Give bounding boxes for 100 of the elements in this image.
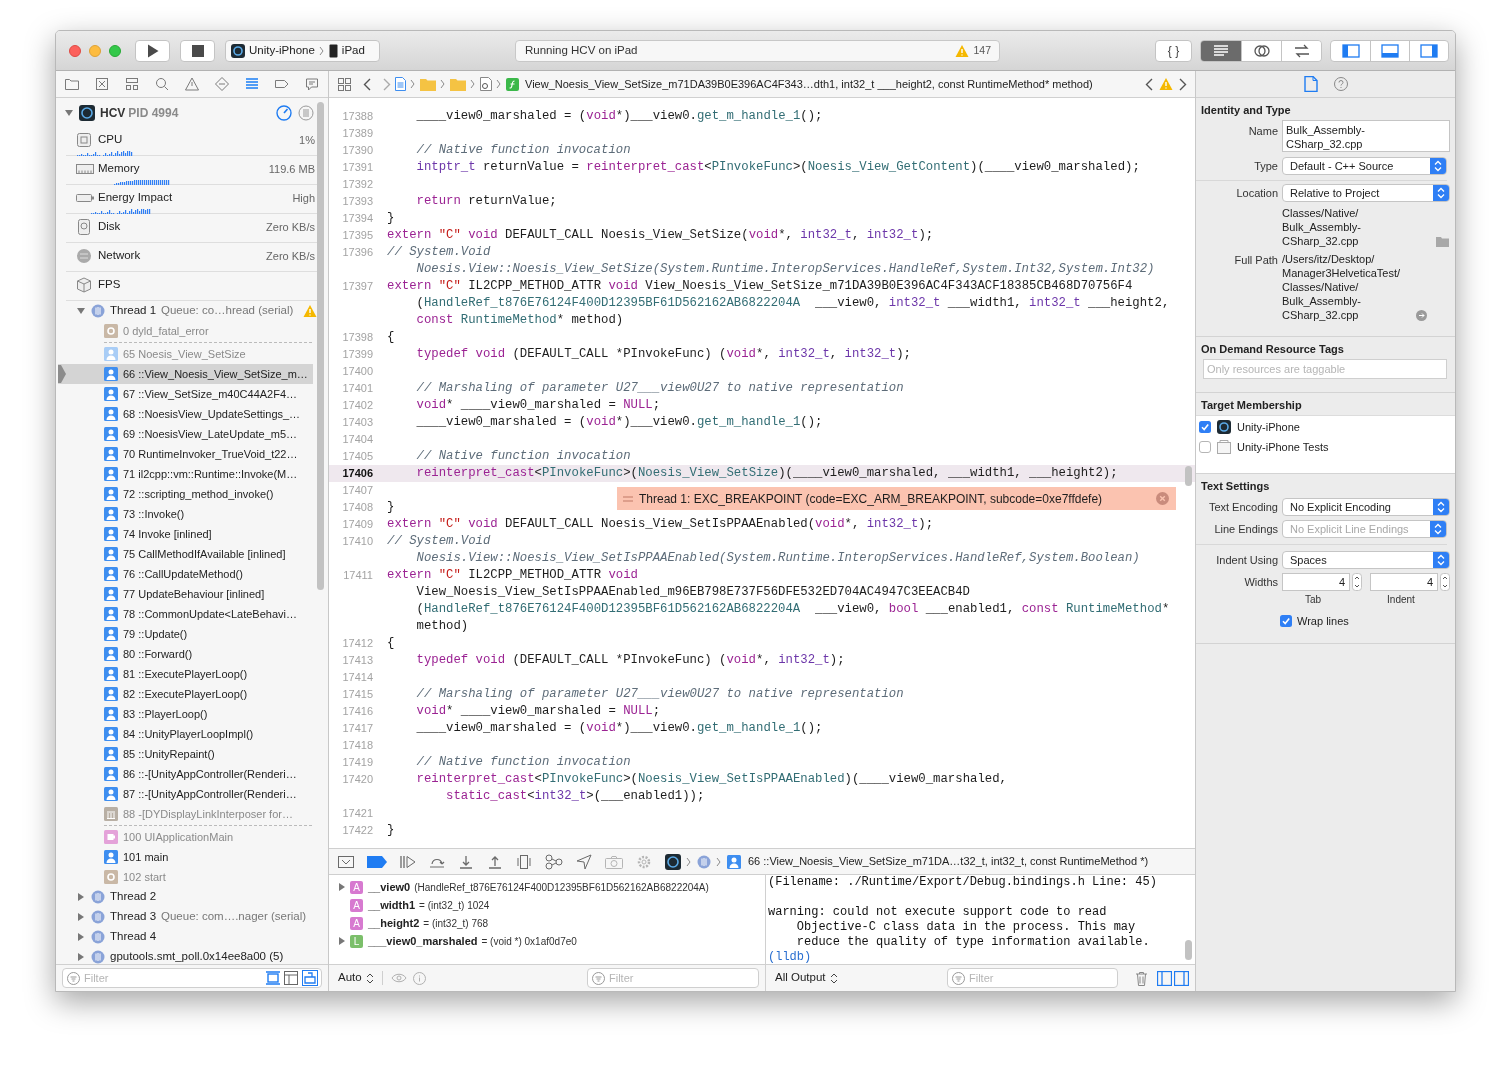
right-panel-icon[interactable]: [1420, 42, 1438, 59]
stack-frame[interactable]: 81 ::ExecutePlayerLoop(): [58, 664, 313, 684]
scope-popup[interactable]: Auto: [338, 969, 374, 987]
stack-frame[interactable]: 78 ::CommonUpdate<LateBehavi…: [58, 604, 313, 624]
previous-issue-icon[interactable]: [1145, 77, 1153, 91]
forward-icon[interactable]: [383, 77, 391, 91]
grid-icon[interactable]: [338, 77, 351, 91]
stack-frame[interactable]: 86 ::-[UnityAppController(Renderi…: [58, 764, 313, 784]
step-out-icon[interactable]: [487, 854, 503, 869]
checkbox[interactable]: [1280, 615, 1292, 628]
library-button[interactable]: { }: [1155, 39, 1192, 62]
hierarchy-icon[interactable]: [124, 76, 140, 92]
stack-frame[interactable]: 77 UpdateBehaviour [inlined]: [58, 584, 313, 604]
left-panel-icon[interactable]: [1341, 42, 1360, 59]
stack-frame[interactable]: 80 ::Forward(): [58, 644, 313, 664]
list-icon[interactable]: [244, 76, 260, 92]
source-file-icon[interactable]: [480, 77, 492, 91]
scrollbar[interactable]: [1185, 940, 1192, 960]
grid-toggle-icon[interactable]: [302, 970, 318, 986]
disclosure-icon[interactable]: [338, 936, 346, 946]
frame-toggle-icon[interactable]: [266, 971, 280, 985]
person-icon[interactable]: [727, 854, 741, 869]
folder-icon[interactable]: [1436, 236, 1449, 247]
stack-frame[interactable]: 68 ::NoesisView_UpdateSettings_…: [58, 404, 313, 424]
file-icon[interactable]: [395, 77, 406, 91]
step-into-icon[interactable]: [458, 854, 474, 869]
location-icon[interactable]: [576, 853, 592, 870]
file-icon[interactable]: [1303, 76, 1318, 92]
stack-frame[interactable]: 66 ::View_Noesis_View_SetSize_m…: [58, 364, 313, 384]
stack-frame[interactable]: 84 ::UnityPlayerLoopImpl(): [58, 724, 313, 744]
filter-input[interactable]: Filter: [609, 969, 758, 987]
name-field[interactable]: Bulk_Assembly-CSharp_32.cpp: [1282, 120, 1450, 152]
stack-frame[interactable]: 85 ::UnityRepaint(): [58, 744, 313, 764]
variable-row[interactable]: A __width1 = (int32_t) 1024: [329, 896, 765, 914]
checkbox[interactable]: [1199, 421, 1211, 433]
next-issue-icon[interactable]: [1179, 77, 1187, 91]
filter-input[interactable]: Filter: [969, 969, 1117, 987]
filter-field[interactable]: Filter: [62, 968, 322, 988]
wrap-lines-checkbox[interactable]: Wrap lines: [1280, 613, 1455, 630]
stack-frame[interactable]: 67 ::View_SetSize_m40C44A2F4…: [58, 384, 313, 404]
bottom-panel-icon[interactable]: [1381, 42, 1399, 59]
thread-icon[interactable]: [697, 854, 711, 869]
stack-frame[interactable]: 70 RuntimeInvoker_TrueVoid_t22…: [58, 444, 313, 464]
disclosure-icon[interactable]: [338, 882, 346, 892]
variable-row[interactable]: A __view0 (HandleRef_t876E76124F400D12395BF61D562162AB6822204A): [329, 878, 765, 896]
scrollbar[interactable]: [1185, 466, 1192, 486]
stop-button[interactable]: [180, 39, 215, 62]
threads-icon[interactable]: [298, 105, 314, 121]
breakpoints-icon[interactable]: [367, 855, 387, 868]
number-field[interactable]: 4: [1282, 573, 1350, 591]
thread-row[interactable]: gputools.smt_poll.0x14ee8a00 (5): [56, 947, 328, 964]
output-popup[interactable]: All Output: [775, 969, 838, 987]
stack-frame[interactable]: 71 il2cpp::vm::Runtime::Invoke(M…: [58, 464, 313, 484]
stepper[interactable]: [1440, 573, 1450, 591]
crossed-box-icon[interactable]: [94, 76, 110, 92]
scheme-button[interactable]: Unity-iPhone: [231, 41, 315, 60]
process-row[interactable]: HCV PID 4994: [64, 104, 276, 122]
gauge-icon[interactable]: [276, 105, 292, 121]
filter-field[interactable]: Filter: [587, 968, 759, 988]
stack-frame[interactable]: 69 ::NoesisView_LateUpdate_m5…: [58, 424, 313, 444]
table-toggle-icon[interactable]: [284, 971, 298, 985]
popup-button[interactable]: Spaces: [1282, 551, 1450, 569]
checkbox[interactable]: [1199, 441, 1211, 453]
view-debugger-icon[interactable]: [516, 853, 532, 870]
stack-frame[interactable]: 73 ::Invoke(): [58, 504, 313, 524]
circles-mode-button[interactable]: [1241, 40, 1281, 61]
destination-button[interactable]: iPad: [328, 41, 365, 60]
trash-icon[interactable]: [1135, 970, 1148, 986]
stack-frame[interactable]: 87 ::-[UnityAppController(Renderi…: [58, 784, 313, 804]
filter-field[interactable]: Filter: [947, 968, 1118, 988]
thread-row[interactable]: Thread 1 Queue: co…hread (serial): [56, 301, 328, 321]
thread-row[interactable]: Thread 4: [56, 927, 328, 947]
popup-button[interactable]: Default - C++ Source: [1282, 157, 1447, 175]
scrollbar[interactable]: [317, 102, 324, 590]
zoom-button[interactable]: [109, 44, 121, 57]
stack-frame[interactable]: 79 ::Update(): [58, 624, 313, 644]
warning-icon[interactable]: [184, 76, 200, 92]
close-button[interactable]: [69, 44, 81, 57]
tray-icon[interactable]: [338, 854, 354, 869]
folder-icon[interactable]: [64, 76, 80, 92]
variable-row[interactable]: L ___view0_marshaled = (void *) 0x1af0d7e0: [329, 932, 765, 950]
stack-frame[interactable]: 82 ::ExecutePlayerLoop(): [58, 684, 313, 704]
left-pane-icon[interactable]: [1157, 970, 1172, 986]
right-pane-icon[interactable]: [1174, 970, 1189, 986]
reveal-arrow-icon[interactable]: [1416, 310, 1427, 321]
popup-button[interactable]: No Explicit Encoding: [1282, 498, 1450, 516]
stack-frame[interactable]: 74 Invoke [inlined]: [58, 524, 313, 544]
speech-bubble-icon[interactable]: [304, 76, 320, 92]
run-button[interactable]: [135, 39, 170, 62]
variable-row[interactable]: A __height2 = (int32_t) 768: [329, 914, 765, 932]
search-icon[interactable]: [154, 76, 170, 92]
thread-row[interactable]: Thread 2: [56, 887, 328, 907]
back-icon[interactable]: [363, 77, 371, 91]
stack-frame[interactable]: 72 ::scripting_method_invoke(): [58, 484, 313, 504]
stepper[interactable]: [1352, 573, 1362, 591]
continue-icon[interactable]: [400, 854, 416, 869]
tags-field[interactable]: Only resources are taggable: [1203, 359, 1447, 379]
thread-row[interactable]: Thread 3 Queue: com….nager (serial): [56, 907, 328, 927]
filter-input[interactable]: Filter: [84, 969, 262, 987]
help-icon[interactable]: [1333, 76, 1348, 92]
